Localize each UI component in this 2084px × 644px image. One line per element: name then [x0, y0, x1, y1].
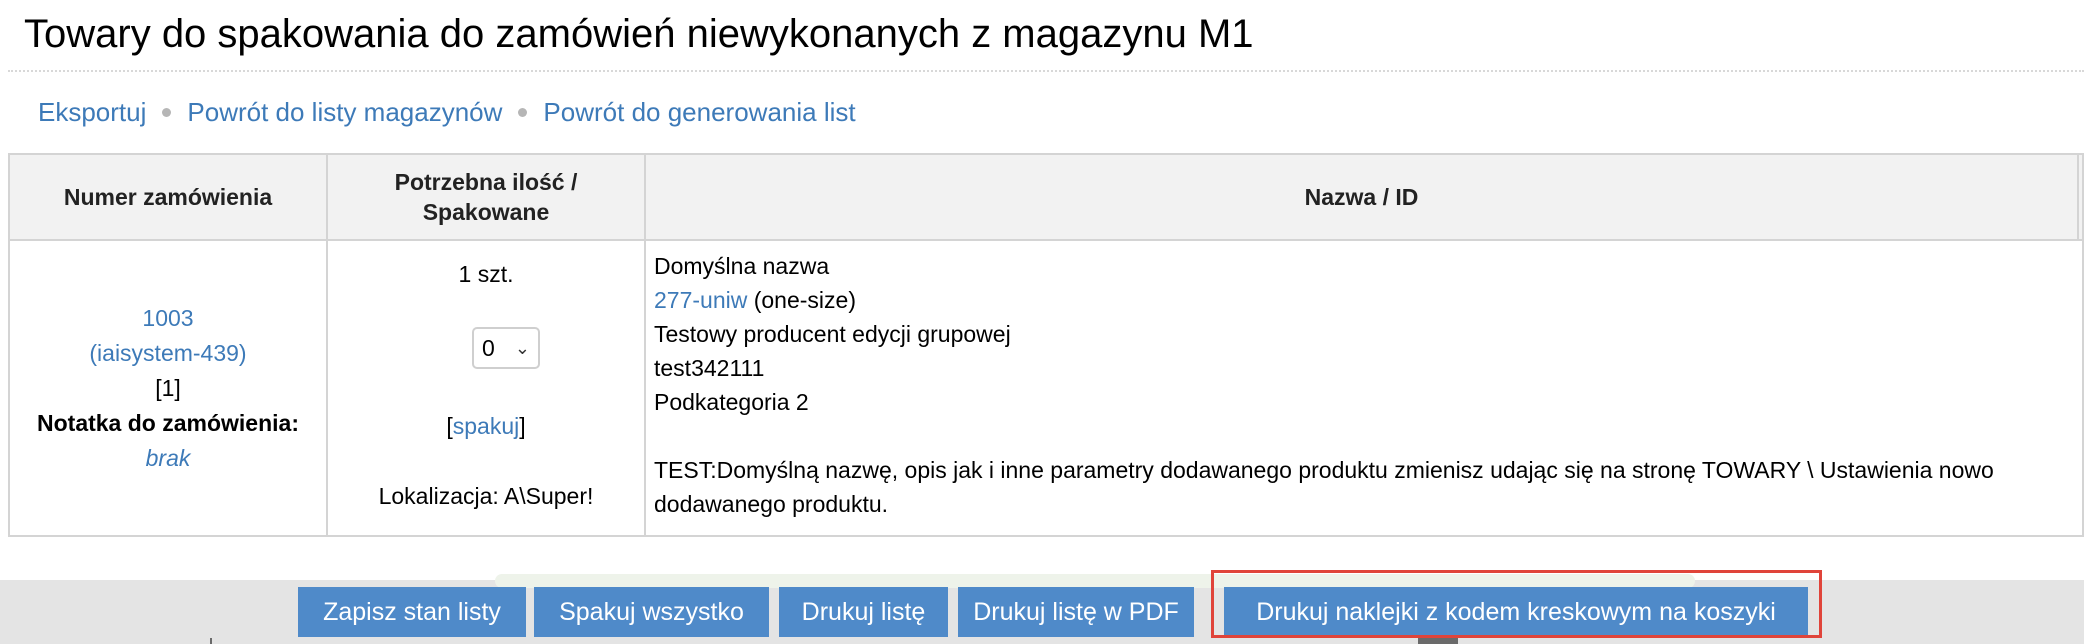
- chevron-down-icon: ⌄: [514, 338, 530, 358]
- header-quantity-line1: Potrzebna ilość /: [394, 169, 578, 195]
- needed-quantity: 1 szt.: [458, 261, 514, 287]
- export-link[interactable]: Eksportuj: [38, 97, 146, 127]
- back-to-generation-link[interactable]: Powrót do generowania list: [543, 97, 855, 127]
- location-text: Lokalizacja: A\Super!: [378, 483, 594, 509]
- packed-quantity-value: 0: [482, 335, 495, 361]
- back-to-warehouses-link[interactable]: Powrót do listy magazynów: [187, 97, 502, 127]
- order-cell: 1003 (iaisystem-439) [1] Notatka do zamó…: [8, 239, 328, 537]
- product-cell: Domyślna nazwa 277-uniw (one-size) Testo…: [644, 239, 2084, 537]
- pack-all-button[interactable]: Spakuj wszystko: [534, 587, 769, 637]
- product-name: Domyślna nazwa: [654, 253, 830, 279]
- order-note-label: Notatka do zamówienia:: [37, 409, 299, 436]
- order-ref-link[interactable]: (iaisystem-439): [89, 340, 246, 366]
- separator-dot: [518, 107, 528, 117]
- product-id-line: 277-uniw (one-size): [654, 283, 2074, 317]
- header-order-number: Numer zamówienia: [8, 153, 328, 241]
- packed-quantity-select[interactable]: 0 ⌄: [472, 327, 540, 369]
- page-title: Towary do spakowania do zamówień niewyko…: [24, 12, 1254, 56]
- product-id-link[interactable]: 277-uniw: [654, 287, 747, 313]
- save-list-state-button[interactable]: Zapisz stan listy: [298, 587, 526, 637]
- header-quantity: Potrzebna ilość / Spakowane: [326, 153, 646, 241]
- product-producer: Testowy producent edycji grupowej: [654, 321, 1011, 347]
- table-row: 1003 (iaisystem-439) [1] Notatka do zamó…: [8, 239, 2084, 537]
- separator-dot: [162, 107, 172, 117]
- order-note-value: brak: [145, 444, 191, 471]
- underlying-element: [1418, 638, 1458, 644]
- pack-link-wrapper: [spakuj]: [446, 413, 526, 439]
- print-pdf-button[interactable]: Drukuj listę w PDF: [958, 587, 1194, 637]
- product-category: Podkategoria 2: [654, 389, 809, 415]
- header-name-id: Nazwa / ID: [644, 153, 2079, 241]
- header-extra: [2077, 153, 2084, 241]
- order-count: [1]: [155, 374, 181, 401]
- highlight-frame: [1211, 570, 1822, 638]
- title-divider: [8, 70, 2084, 72]
- underlying-divider: [210, 638, 212, 644]
- product-code: test342111: [654, 355, 765, 381]
- items-table: Numer zamówienia Potrzebna ilość / Spako…: [8, 153, 2084, 537]
- action-links: Eksportuj Powrót do listy magazynów Powrót…: [38, 92, 856, 132]
- table-header-row: Numer zamówienia Potrzebna ilość / Spako…: [8, 153, 2084, 241]
- header-quantity-line2: Spakowane: [422, 199, 550, 225]
- quantity-cell: 1 szt. 0 ⌄ [spakuj] Lokalizacja: A\Super…: [326, 239, 646, 537]
- product-description: TEST:Domyślną nazwę, opis jak i inne par…: [654, 457, 1994, 517]
- order-id-link[interactable]: 1003: [142, 305, 193, 331]
- product-size: (one-size): [747, 287, 856, 313]
- pack-link[interactable]: spakuj: [453, 413, 519, 439]
- print-list-button[interactable]: Drukuj listę: [779, 587, 948, 637]
